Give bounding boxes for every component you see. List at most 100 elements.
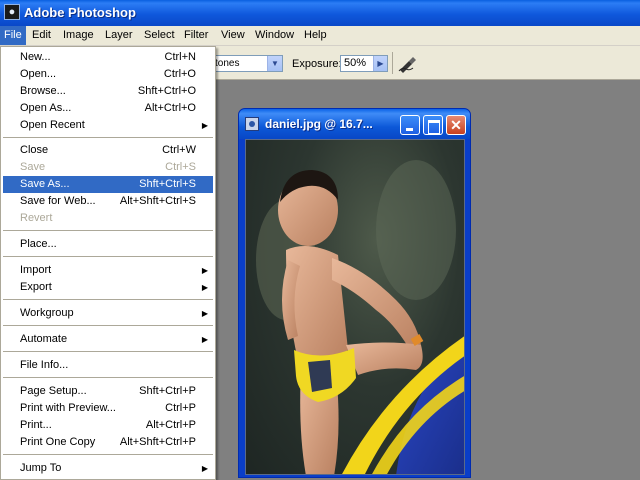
menu-item-workgroup[interactable]: Workgroup ▶ (3, 305, 213, 322)
menu-item-export[interactable]: Export ▶ (3, 279, 213, 296)
document-titlebar[interactable]: daniel.jpg @ 16.7... ✕ (239, 109, 470, 139)
menu-item-label: Save (20, 161, 46, 173)
menu-item-print[interactable]: Print... Alt+Ctrl+P (3, 417, 213, 434)
menu-item-label: Close (20, 144, 49, 156)
menubar: File Edit Image Layer Select Filter View… (0, 26, 640, 46)
document-canvas[interactable] (245, 139, 465, 475)
menu-item-label: Save for Web... (20, 195, 96, 207)
minimize-button[interactable] (400, 115, 420, 135)
menu-item-shortcut: Alt+Ctrl+O (144, 102, 196, 114)
menu-item-label: Place... (20, 238, 57, 250)
toolbar-divider (392, 52, 393, 74)
menu-item-label: Open... (20, 68, 57, 80)
menu-item-label: Jump To (20, 462, 62, 474)
menu-item-label: Open Recent (20, 119, 85, 131)
submenu-arrow-icon: ▶ (201, 121, 208, 130)
menu-item-print-one-copy[interactable]: Print One Copy Alt+Shft+Ctrl+P (3, 434, 213, 451)
document-icon[interactable] (245, 117, 259, 131)
menu-separator (3, 137, 213, 138)
menu-item-shortcut: Alt+Shft+Ctrl+S (119, 195, 196, 207)
menu-item-label: Workgroup (20, 307, 74, 319)
exposure-value: 50% (344, 57, 367, 69)
menu-item-shortcut: Shft+Ctrl+P (139, 385, 196, 397)
menu-item-label: File Info... (20, 359, 69, 371)
range-value: tones (215, 58, 240, 69)
photo-image (256, 160, 464, 474)
menu-item-label: Open As... (20, 102, 72, 114)
menu-window[interactable]: Window (251, 26, 298, 45)
menu-item-label: Browse... (20, 85, 66, 97)
menu-item-shortcut: Shft+Ctrl+O (137, 85, 196, 97)
menu-item-label: Print One Copy (20, 436, 96, 448)
close-button[interactable]: ✕ (446, 115, 466, 135)
menu-item-shortcut: Ctrl+S (165, 161, 196, 173)
menu-item-shortcut: Ctrl+P (165, 402, 196, 414)
menu-item-shortcut: Ctrl+W (162, 144, 196, 156)
menu-item-label: Print... (20, 419, 52, 431)
menu-item-open-recent[interactable]: Open Recent ▶ (3, 117, 213, 134)
menu-separator (3, 377, 213, 378)
menu-item-save-as[interactable]: Save As... Shft+Ctrl+S (3, 176, 213, 193)
menu-item-browse[interactable]: Browse... Shft+Ctrl+O (3, 83, 213, 100)
menu-image[interactable]: Image (59, 26, 98, 45)
photoshop-app-icon[interactable]: ● (4, 4, 20, 20)
document-title: daniel.jpg @ 16.7... (265, 117, 373, 131)
menu-item-save[interactable]: Save Ctrl+S (3, 159, 213, 176)
document-window[interactable]: daniel.jpg @ 16.7... ✕ (238, 108, 471, 478)
submenu-arrow-icon: ▶ (201, 464, 208, 473)
menu-item-open[interactable]: Open... Ctrl+O (3, 66, 213, 83)
menu-view[interactable]: View (217, 26, 249, 45)
close-icon: ✕ (450, 117, 462, 133)
menu-item-new[interactable]: New... Ctrl+N (3, 49, 213, 66)
menu-help[interactable]: Help (300, 26, 331, 45)
exposure-label: Exposure: (292, 58, 342, 70)
menu-item-shortcut: Alt+Shft+Ctrl+P (119, 436, 196, 448)
chevron-down-icon[interactable]: ▼ (267, 56, 282, 71)
submenu-arrow-icon: ▶ (201, 335, 208, 344)
menu-item-label: Automate (20, 333, 68, 345)
menu-item-import[interactable]: Import ▶ (3, 262, 213, 279)
menu-item-jump-to[interactable]: Jump To ▶ (3, 460, 213, 477)
menu-file[interactable]: File (0, 26, 26, 45)
app-titlebar[interactable]: ● Adobe Photoshop (0, 0, 640, 26)
menu-item-save-for-web[interactable]: Save for Web... Alt+Shft+Ctrl+S (3, 193, 213, 210)
exposure-input[interactable]: 50% ▶ (340, 55, 388, 72)
menu-separator (3, 454, 213, 455)
menu-item-shortcut: Ctrl+O (163, 68, 196, 80)
menu-item-shortcut: Alt+Ctrl+P (145, 419, 196, 431)
chevron-right-icon[interactable]: ▶ (373, 56, 387, 71)
menu-item-label: New... (20, 51, 51, 63)
menu-separator (3, 256, 213, 257)
submenu-arrow-icon: ▶ (201, 309, 208, 318)
menu-item-shortcut: Ctrl+N (164, 51, 196, 63)
menu-filter[interactable]: Filter (180, 26, 212, 45)
menu-separator (3, 230, 213, 231)
menu-select[interactable]: Select (140, 26, 179, 45)
menu-separator (3, 299, 213, 300)
menu-edit[interactable]: Edit (28, 26, 55, 45)
menu-item-label: Export (20, 281, 52, 293)
menu-layer[interactable]: Layer (101, 26, 137, 45)
menu-item-shortcut: Shft+Ctrl+S (139, 178, 196, 190)
menu-separator (3, 325, 213, 326)
file-menu: New... Ctrl+N Open... Ctrl+O Browse... S… (0, 46, 216, 480)
maximize-button[interactable] (423, 115, 443, 135)
menu-item-label: Page Setup... (20, 385, 87, 397)
menu-separator (3, 351, 213, 352)
submenu-arrow-icon: ▶ (201, 266, 208, 275)
menu-item-open-as[interactable]: Open As... Alt+Ctrl+O (3, 100, 213, 117)
menu-item-label: Save As... (20, 178, 70, 190)
range-dropdown[interactable]: tones ▼ (210, 55, 283, 72)
menu-item-automate[interactable]: Automate ▶ (3, 331, 213, 348)
menu-item-file-info[interactable]: File Info... (3, 357, 213, 374)
submenu-arrow-icon: ▶ (201, 283, 208, 292)
menu-item-label: Revert (20, 212, 53, 224)
app-title: Adobe Photoshop (24, 5, 136, 20)
menu-item-revert[interactable]: Revert (3, 210, 213, 227)
menu-item-page-setup[interactable]: Page Setup... Shft+Ctrl+P (3, 383, 213, 400)
menu-item-print-with-preview[interactable]: Print with Preview... Ctrl+P (3, 400, 213, 417)
menu-item-label: Print with Preview... (20, 402, 116, 414)
menu-item-close[interactable]: Close Ctrl+W (3, 142, 213, 159)
airbrush-icon[interactable] (397, 54, 419, 74)
menu-item-place[interactable]: Place... (3, 236, 213, 253)
